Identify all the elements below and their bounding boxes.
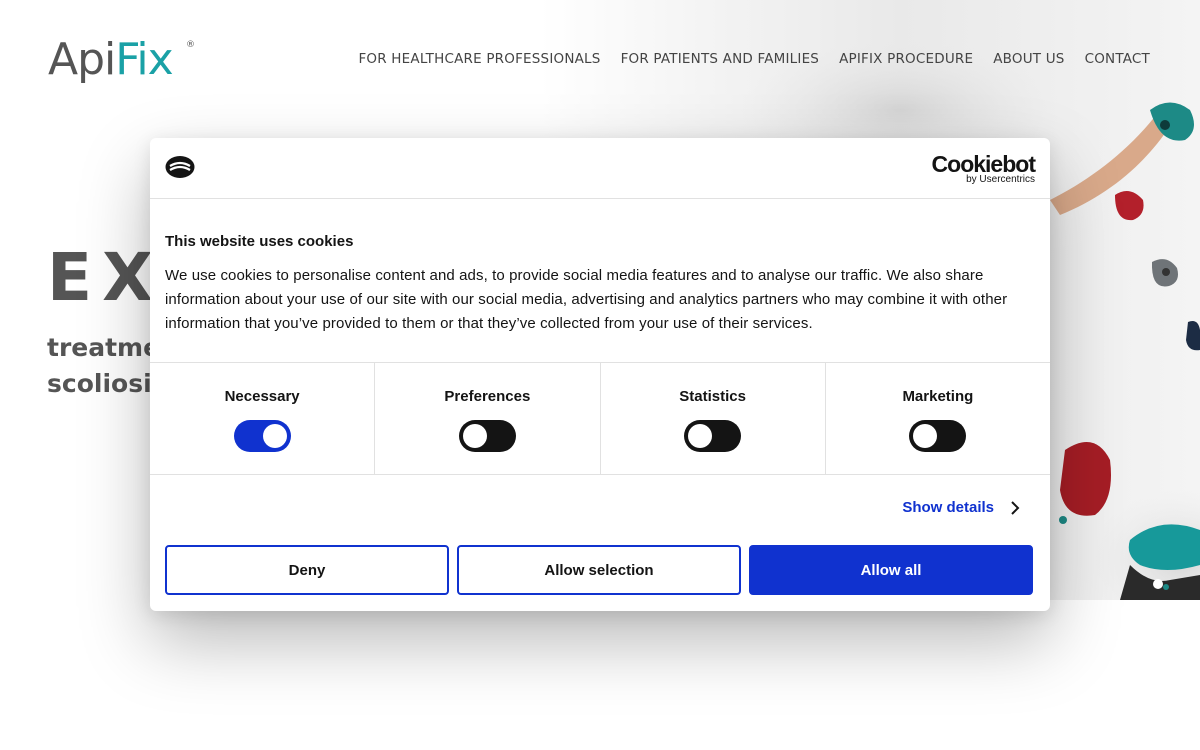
logo-text-accent: Fix [115,34,173,85]
cookiebot-brand[interactable]: Cookiebot by Usercentrics [932,151,1036,185]
nav-contact[interactable]: CONTACT [1085,50,1150,68]
allow-all-button[interactable]: Allow all [749,545,1033,595]
preferences-toggle[interactable] [458,420,516,452]
consent-buttons: Deny Allow selection Allow all [165,545,1033,595]
toggle-label-statistics: Statistics [679,388,746,405]
apifix-logo[interactable]: ApiFix ® [48,28,198,90]
nav-about-us[interactable]: ABOUT US [993,50,1064,68]
main-nav: FOR HEALTHCARE PROFESSIONALS FOR PATIENT… [358,50,1150,68]
allow-selection-button[interactable]: Allow selection [457,545,741,595]
nav-healthcare-professionals[interactable]: FOR HEALTHCARE PROFESSIONALS [358,50,600,68]
toggle-label-necessary: Necessary [224,388,300,405]
show-details-link[interactable]: Show details [902,499,1022,516]
consent-toggles: Necessary Preferences Statistics Marketi… [150,363,1050,475]
nav-patients-and-families[interactable]: FOR PATIENTS AND FAMILIES [621,50,820,68]
cookie-icon [165,156,195,178]
statistics-toggle[interactable] [684,420,742,452]
toggle-knob [262,424,287,448]
show-details-label: Show details [902,499,994,516]
hero-subtitle-line1: treatme [47,333,161,362]
nav-apifix-procedure[interactable]: APIFIX PROCEDURE [839,50,973,68]
logo-registered-mark: ® [186,40,195,50]
hero-subtitle-line2: scoliosis [47,369,167,398]
toggle-label-marketing: Marketing [902,388,974,405]
cookie-consent-dialog: Cookiebot by Usercentrics This website u… [150,138,1050,611]
dialog-description: We use cookies to personalise content an… [165,267,1008,332]
toggle-label-preferences: Preferences [444,388,531,405]
toggle-knob [688,424,713,448]
toggle-knob [913,424,938,448]
dialog-header: Cookiebot by Usercentrics [150,138,1050,199]
hero-subtitle: treatme scoliosis [47,330,167,402]
necessary-toggle[interactable] [233,420,291,452]
dialog-body: This website uses cookies We use cookies… [150,199,1050,363]
toggle-group-preferences: Preferences [375,363,601,474]
toggle-group-necessary: Necessary [150,363,376,474]
toggle-group-statistics: Statistics [601,363,826,474]
dialog-title: This website uses cookies [165,233,354,250]
toggle-group-marketing: Marketing [826,363,1050,474]
details-row: Show details [150,475,1050,543]
marketing-toggle[interactable] [909,420,967,452]
page-content-below [0,600,1200,750]
hero-title: EX [47,239,163,316]
chevron-right-icon [1011,500,1020,515]
toggle-knob [462,424,487,448]
logo-text-main: Api [48,34,116,85]
deny-button[interactable]: Deny [165,545,449,595]
